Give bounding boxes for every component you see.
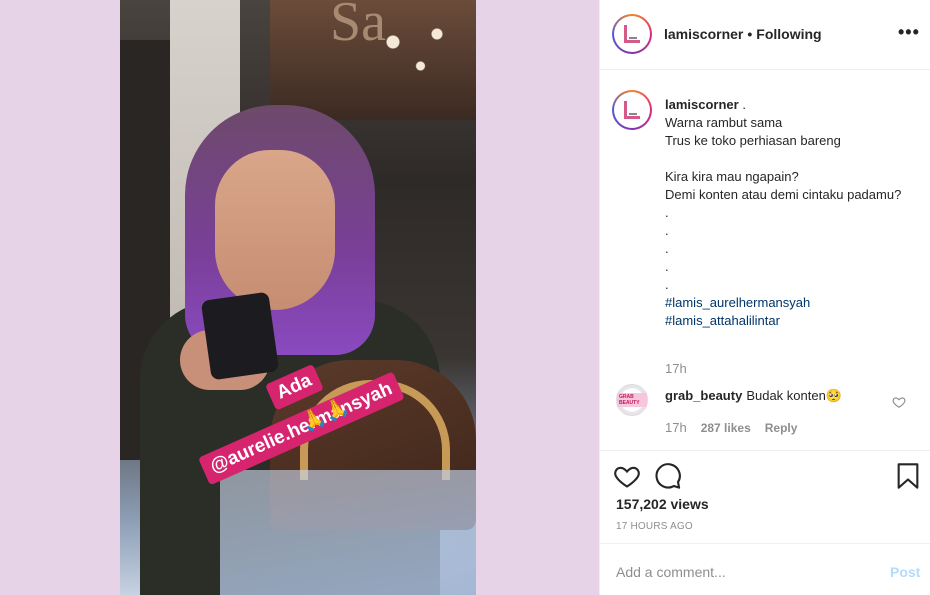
caption-line: Trus ke toko perhiasan bareng bbox=[665, 133, 841, 148]
caption-line: . bbox=[665, 223, 669, 238]
comment-text: grab_beauty Budak konten🥺 bbox=[665, 388, 842, 404]
lamis-logo-icon bbox=[624, 25, 640, 43]
post-header: lamiscorner • Following ••• bbox=[600, 0, 930, 70]
lamis-logo-icon bbox=[624, 101, 640, 119]
caption-line: Kira kira mau ngapain? bbox=[665, 169, 799, 184]
comment-avatar[interactable]: GRAB BEAUTY bbox=[616, 384, 648, 416]
comment-input[interactable]: Add a comment... bbox=[616, 564, 726, 580]
comment-likes[interactable]: 287 likes bbox=[701, 421, 751, 435]
comment-like-heart-icon[interactable] bbox=[892, 395, 906, 409]
woman-face bbox=[215, 150, 335, 310]
caption-username[interactable]: lamiscorner bbox=[665, 97, 739, 112]
post-button[interactable]: Post bbox=[890, 564, 920, 580]
add-comment-bar: Add a comment... Post bbox=[600, 543, 930, 595]
more-options-icon[interactable]: ••• bbox=[898, 22, 920, 43]
comment-icon[interactable] bbox=[654, 462, 682, 490]
view-count[interactable]: 157,202 views bbox=[616, 496, 709, 512]
heart-icon[interactable] bbox=[613, 462, 641, 490]
hashtag-link[interactable]: #lamis_aurelhermansyah bbox=[665, 294, 915, 312]
bookmark-icon[interactable] bbox=[894, 462, 922, 490]
caption-line: . bbox=[665, 241, 669, 256]
header-user-line: lamiscorner • Following bbox=[664, 26, 822, 42]
reply-button[interactable]: Reply bbox=[765, 421, 798, 435]
comment-avatar-text: GRAB BEAUTY bbox=[617, 393, 647, 407]
caption-timestamp[interactable]: 17h bbox=[665, 361, 687, 376]
media-area: Sa Ada @aurelie.hermansyah 🙏🙏 bbox=[0, 0, 599, 595]
caption-line: . bbox=[742, 97, 746, 112]
post-side-panel: lamiscorner • Following ••• lamiscorner . … bbox=[599, 0, 930, 595]
post-timestamp[interactable]: 17 HOURS AGO bbox=[616, 521, 693, 532]
comments-section: lamiscorner . Warna rambut sama Trus ke … bbox=[600, 70, 930, 450]
display-case-glass bbox=[220, 470, 476, 595]
comment-timestamp[interactable]: 17h bbox=[665, 420, 687, 435]
smartphone bbox=[200, 291, 280, 381]
comment-body: Budak konten🥺 bbox=[746, 388, 843, 403]
caption-line: . bbox=[665, 277, 669, 292]
separator-dot: • bbox=[747, 26, 753, 42]
store-lights bbox=[360, 10, 470, 90]
post-actions: 157,202 views 17 HOURS AGO bbox=[600, 450, 930, 542]
caption-line: . bbox=[665, 259, 669, 274]
following-button[interactable]: Following bbox=[756, 26, 821, 42]
caption-line: Warna rambut sama bbox=[665, 115, 783, 130]
instagram-post: Sa Ada @aurelie.hermansyah 🙏🙏 lamiscorne… bbox=[0, 0, 930, 595]
comment-meta: 17h 287 likes Reply bbox=[665, 420, 797, 435]
post-video[interactable]: Sa Ada @aurelie.hermansyah 🙏🙏 bbox=[120, 0, 476, 595]
caption-avatar[interactable] bbox=[612, 90, 652, 130]
hashtag-link[interactable]: #lamis_attahalilintar bbox=[665, 312, 915, 330]
caption-line: . bbox=[665, 205, 669, 220]
avatar[interactable] bbox=[612, 14, 652, 54]
header-username[interactable]: lamiscorner bbox=[664, 26, 743, 42]
comment-username[interactable]: grab_beauty bbox=[665, 388, 742, 403]
caption-line: Demi konten atau demi cintaku padamu? bbox=[665, 187, 902, 202]
post-caption: lamiscorner . Warna rambut sama Trus ke … bbox=[665, 96, 915, 330]
caption-line bbox=[665, 150, 915, 168]
